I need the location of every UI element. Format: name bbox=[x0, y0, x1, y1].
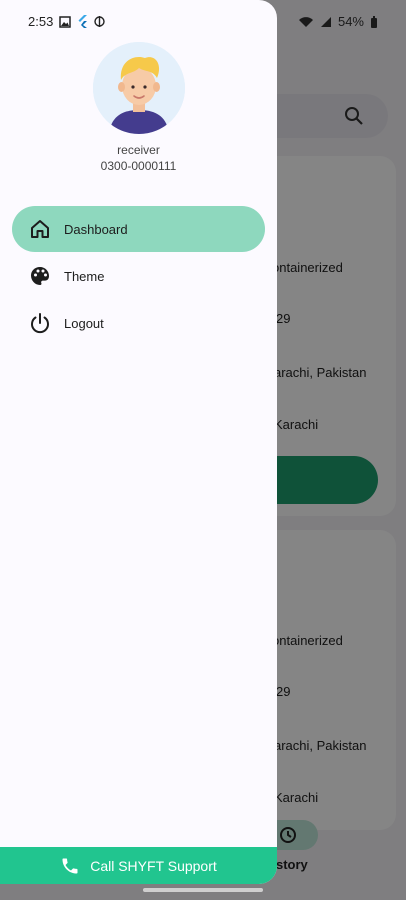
power-icon bbox=[31, 313, 49, 334]
menu-item-label: Dashboard bbox=[64, 221, 128, 237]
user-avatar[interactable] bbox=[93, 42, 185, 134]
avatar-illustration bbox=[93, 42, 185, 134]
gesture-bar[interactable] bbox=[143, 888, 263, 892]
phone-icon bbox=[62, 858, 78, 874]
call-support-button[interactable]: Call SHYFT Support bbox=[0, 847, 277, 884]
status-bar-left: 2:53 bbox=[28, 14, 106, 29]
status-time: 2:53 bbox=[28, 14, 54, 29]
menu-item-label: Theme bbox=[64, 268, 105, 284]
call-support-label: Call SHYFT Support bbox=[90, 858, 217, 874]
user-phone: 0300-0000111 bbox=[100, 159, 177, 173]
menu-item-label: Logout bbox=[64, 315, 104, 331]
user-name: receiver bbox=[117, 143, 160, 157]
menu-item-theme[interactable]: Theme bbox=[12, 253, 265, 299]
menu-item-logout[interactable]: Logout bbox=[12, 300, 265, 346]
palette-icon bbox=[31, 267, 49, 285]
navigation-drawer: 2:53 receiver 0300-0000111 Dashboard The… bbox=[0, 0, 277, 884]
flutter-icon bbox=[78, 15, 88, 28]
home-icon bbox=[31, 220, 49, 238]
notification-app-icon bbox=[94, 16, 106, 27]
menu-item-dashboard[interactable]: Dashboard bbox=[12, 206, 265, 252]
gallery-icon bbox=[59, 15, 72, 28]
